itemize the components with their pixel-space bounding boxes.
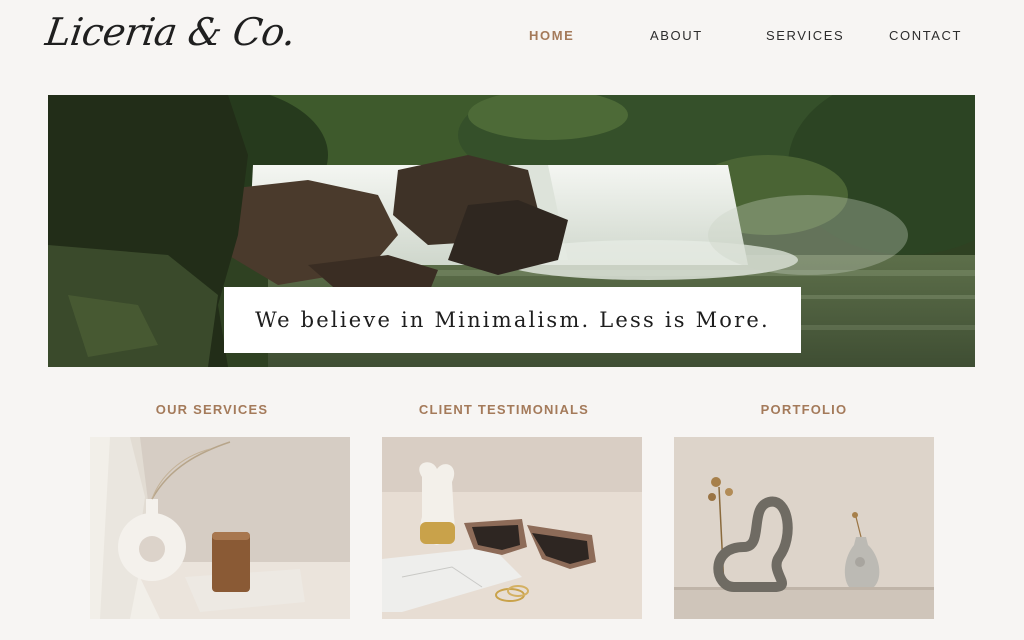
portfolio-card[interactable] — [674, 437, 934, 619]
nav-about-link[interactable]: ABOUT — [650, 28, 703, 43]
main-nav: HOME ABOUT SERVICES CONTACT — [0, 28, 1024, 48]
site-header: Liceria & Co. HOME ABOUT SERVICES CONTAC… — [0, 0, 1024, 80]
our-services-card[interactable] — [90, 437, 350, 619]
sculpture-vases-photo — [674, 437, 934, 619]
hero-tagline-box: We believe in Minimalism. Less is More. — [224, 287, 801, 353]
sunglasses-photo — [382, 437, 642, 619]
section-title-client-testimonials[interactable]: CLIENT TESTIMONIALS — [374, 402, 634, 417]
hero-banner: We believe in Minimalism. Less is More. — [48, 95, 975, 367]
nav-home-link[interactable]: HOME — [529, 28, 574, 43]
client-testimonials-card[interactable] — [382, 437, 642, 619]
vase-candle-photo — [90, 437, 350, 619]
section-title-portfolio[interactable]: PORTFOLIO — [674, 402, 934, 417]
section-title-our-services[interactable]: OUR SERVICES — [82, 402, 342, 417]
hero-tagline: We believe in Minimalism. Less is More. — [255, 308, 770, 332]
nav-services-link[interactable]: SERVICES — [766, 28, 844, 43]
nav-contact-link[interactable]: CONTACT — [889, 28, 962, 43]
